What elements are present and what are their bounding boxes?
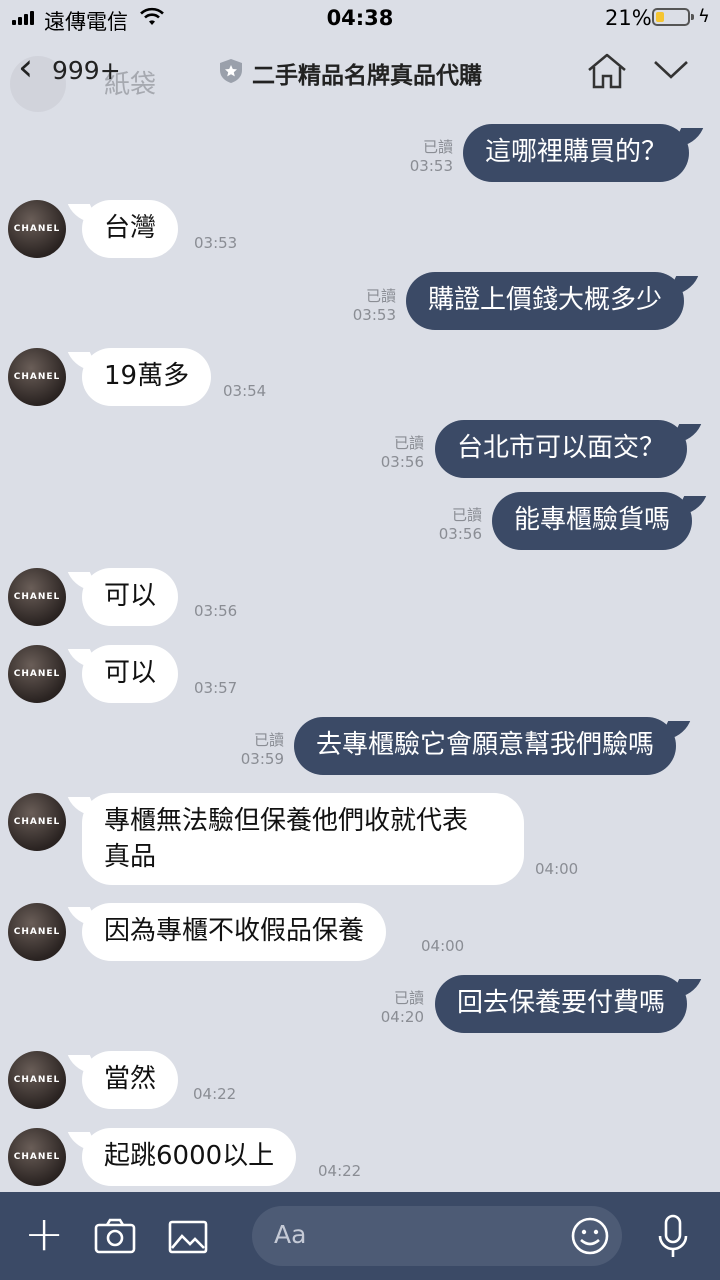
contact-avatar[interactable]: CHANEL [8, 568, 66, 626]
message-meta: 已讀 03:59 [240, 731, 284, 768]
chevron-down-icon[interactable] [652, 58, 690, 82]
charging-icon: ϟ [698, 6, 710, 27]
message-meta: 已讀 04:20 [380, 989, 424, 1026]
emoji-icon[interactable] [570, 1216, 610, 1256]
message-time: 03:56 [194, 602, 238, 620]
input-toolbar: + Aa [0, 1192, 720, 1280]
incoming-message[interactable]: 專櫃無法驗但保養他們收就代表 真品 [82, 793, 524, 885]
message-time: 03:54 [223, 382, 267, 400]
message-time: 04:00 [535, 860, 579, 878]
chat-title[interactable]: 二手精品名牌真品代購 [252, 56, 482, 90]
status-bar: 遠傳電信 04:38 21% ϟ [0, 0, 720, 36]
incoming-message[interactable]: 起跳6000以上 [82, 1128, 297, 1186]
camera-icon[interactable] [94, 1218, 136, 1254]
contact-avatar[interactable]: CHANEL [8, 200, 66, 258]
unread-count[interactable]: 999+ [52, 56, 121, 85]
incoming-message[interactable]: 當然 [82, 1051, 179, 1109]
message-meta: 已讀 03:53 [409, 138, 453, 175]
message-time: 04:00 [421, 937, 465, 955]
message-time: 04:22 [193, 1085, 237, 1103]
message-line: 專櫃無法驗但保養他們收就代表 [104, 806, 469, 836]
outgoing-message[interactable]: 購證上價錢大概多少 [406, 272, 685, 330]
contact-avatar[interactable]: CHANEL [8, 1051, 66, 1109]
contact-avatar[interactable]: CHANEL [8, 645, 66, 703]
image-icon[interactable] [168, 1220, 208, 1254]
incoming-message[interactable]: 可以 [82, 645, 179, 703]
contact-avatar[interactable]: CHANEL [8, 903, 66, 961]
outgoing-message[interactable]: 能專櫃驗貨嗎 [492, 492, 693, 550]
message-line: 真品 [104, 842, 157, 872]
battery-icon [652, 8, 694, 26]
contact-avatar[interactable]: CHANEL [8, 1128, 66, 1186]
message-time: 04:22 [318, 1162, 362, 1180]
message-input[interactable]: Aa [252, 1206, 622, 1266]
outgoing-message[interactable]: 台北市可以面交？ [435, 420, 688, 478]
message-meta: 已讀 03:53 [352, 287, 396, 324]
message-time: 03:57 [194, 679, 238, 697]
incoming-message[interactable]: 可以 [82, 568, 179, 626]
outgoing-message[interactable]: 回去保養要付費嗎 [435, 975, 688, 1033]
incoming-message[interactable]: 因為專櫃不收假品保養 [82, 903, 387, 961]
message-meta: 已讀 03:56 [438, 506, 482, 543]
battery-percent: 21% [605, 6, 652, 30]
chat-header: 紙袋 ‹ 999+ 二手精品名牌真品代購 [0, 36, 720, 116]
contact-avatar[interactable]: CHANEL [8, 348, 66, 406]
outgoing-message[interactable]: 去專櫃驗它會願意幫我們驗嗎 [294, 717, 677, 775]
incoming-message[interactable]: 台灣 [82, 200, 179, 258]
message-meta: 已讀 03:56 [380, 434, 424, 471]
shield-icon [220, 59, 242, 83]
microphone-icon[interactable] [656, 1214, 690, 1260]
back-button[interactable]: ‹ [18, 48, 33, 86]
incoming-message[interactable]: 19萬多 [82, 348, 212, 406]
contact-avatar[interactable]: CHANEL [8, 793, 66, 851]
plus-icon[interactable]: + [24, 1210, 64, 1258]
message-time: 03:53 [194, 234, 238, 252]
input-placeholder: Aa [274, 1220, 307, 1249]
home-icon[interactable] [586, 52, 628, 90]
outgoing-message[interactable]: 這哪裡購買的？ [463, 124, 690, 182]
